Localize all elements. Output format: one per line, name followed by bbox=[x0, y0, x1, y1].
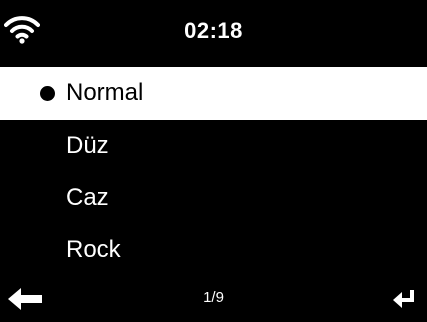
menu-item-rock[interactable]: Rock bbox=[0, 224, 427, 276]
menu-item-label: Düz bbox=[66, 132, 109, 159]
page-indicator: 1/9 bbox=[203, 289, 224, 306]
footer-bar: 1/9 bbox=[0, 276, 427, 322]
enter-return-icon[interactable] bbox=[393, 288, 415, 308]
menu-item-label: Normal bbox=[66, 79, 144, 106]
equalizer-menu-list: Normal Düz Caz Rock bbox=[0, 67, 427, 276]
menu-item-duz[interactable]: Düz bbox=[0, 120, 427, 172]
radio-display-screen: 02:18 Normal Düz Caz Rock 1/9 bbox=[0, 0, 427, 322]
menu-item-caz[interactable]: Caz bbox=[0, 172, 427, 224]
status-bar: 02:18 bbox=[0, 0, 427, 66]
menu-item-label: Rock bbox=[66, 236, 121, 263]
menu-item-label: Caz bbox=[66, 184, 109, 211]
menu-item-normal[interactable]: Normal bbox=[0, 67, 427, 120]
selected-radio-icon bbox=[40, 86, 55, 101]
clock-time: 02:18 bbox=[184, 18, 243, 43]
